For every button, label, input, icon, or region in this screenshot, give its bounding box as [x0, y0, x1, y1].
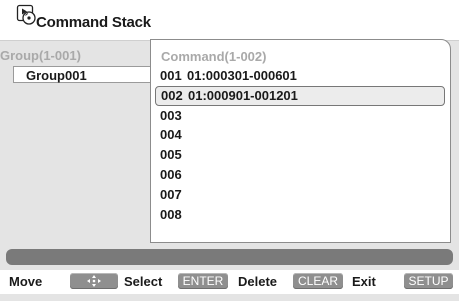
command-list: 001 01:000301-000601 002 01:000901-001201 … — [155, 66, 445, 224]
command-number: 001 — [160, 68, 182, 83]
command-panel: Command(1-002) 001 01:000301-000601 002 01… — [150, 39, 451, 243]
status-bar — [6, 249, 453, 265]
command-value: 01:000901-001201 — [188, 87, 298, 103]
setup-key[interactable]: SETUP — [404, 273, 453, 289]
title-bar: Command Stack — [0, 0, 459, 41]
disc-stack-icon — [16, 4, 38, 26]
clear-key[interactable]: CLEAR — [293, 273, 343, 289]
command-number: 004 — [160, 127, 182, 143]
group-list-item[interactable]: Group001 — [13, 66, 150, 83]
delete-label: Delete — [238, 274, 278, 289]
move-key[interactable] — [70, 273, 118, 289]
four-way-arrows-icon — [87, 275, 101, 287]
command-number: 005 — [160, 147, 182, 163]
command-number: 007 — [160, 186, 182, 202]
command-value: 01:000301-000601 — [187, 68, 297, 83]
command-row[interactable]: 007 — [155, 185, 445, 205]
command-row[interactable]: 006 — [155, 165, 445, 185]
command-number: 008 — [160, 206, 182, 222]
select-label: Select — [124, 274, 163, 289]
command-row[interactable]: 004 — [155, 125, 445, 145]
exit-label: Exit — [352, 274, 376, 289]
move-label: Move — [9, 274, 43, 289]
page-title: Command Stack — [36, 14, 151, 31]
command-number: 003 — [160, 107, 182, 123]
command-panel-header: Command(1-002) — [161, 49, 267, 64]
command-row[interactable]: 001 01:000301-000601 — [155, 66, 445, 86]
command-row-selected[interactable]: 002 01:000901-001201 — [155, 85, 445, 106]
command-number: 002 — [161, 87, 183, 103]
group-panel-header: Group(1-001) — [0, 48, 81, 63]
command-row[interactable]: 008 — [155, 205, 445, 225]
command-row[interactable]: 005 — [155, 145, 445, 165]
button-guide-bar: Move Select ENTER Delete CLEAR Exit SETU… — [0, 270, 459, 294]
command-number: 006 — [160, 166, 182, 182]
enter-key[interactable]: ENTER — [178, 273, 228, 289]
command-row[interactable]: 003 — [155, 106, 445, 126]
